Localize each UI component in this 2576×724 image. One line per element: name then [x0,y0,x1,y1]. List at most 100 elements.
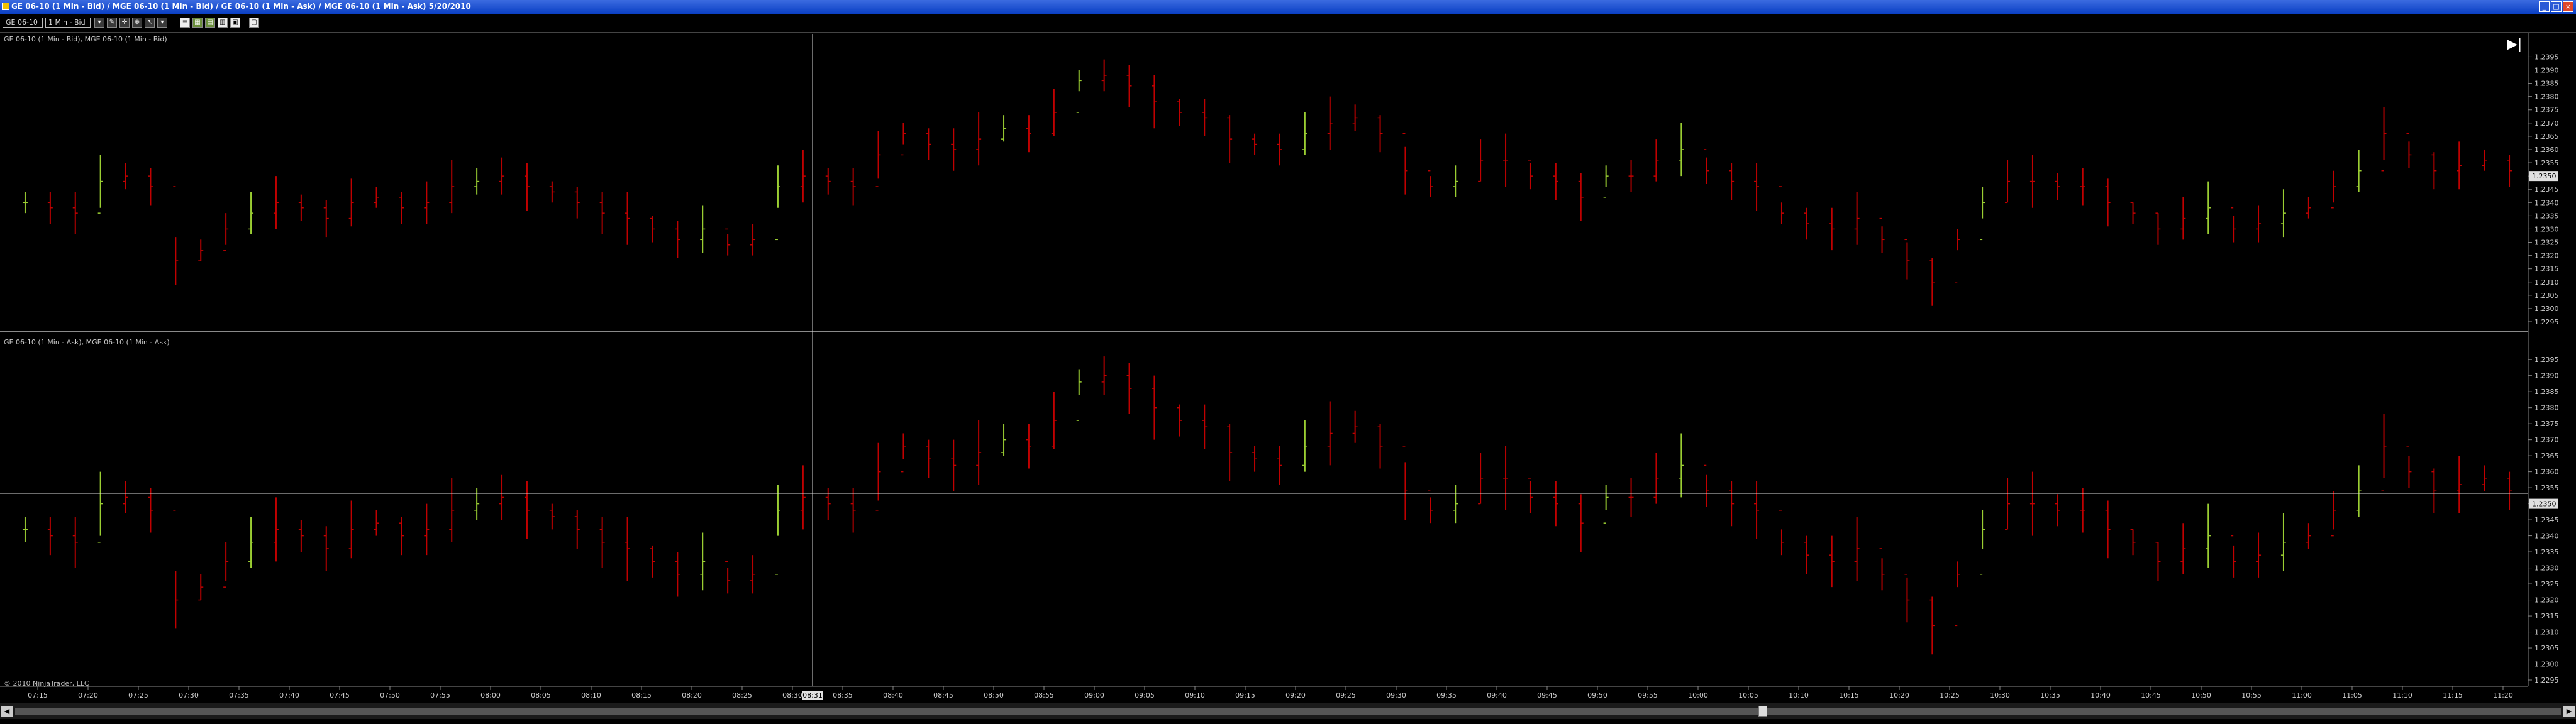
x-tick-label: 09:15 [1235,691,1255,699]
x-tick-label: 07:30 [179,691,199,699]
x-tick-label: 08:45 [933,691,953,699]
x-tick-label: 09:30 [1386,691,1406,699]
notes-icon[interactable]: ▢ [249,18,259,28]
y-tick-label-top: 1.2335 [2534,212,2559,220]
y-tick-label-top: 1.2325 [2534,239,2559,247]
save-icon[interactable]: ▣ [230,18,240,28]
x-tick-label: 10:10 [1789,691,1809,699]
y-tick-label-bottom: 1.2310 [2534,628,2559,637]
x-tick-label: 10:15 [1839,691,1859,699]
go-to-end-icon[interactable]: ▶| [2507,36,2522,52]
scroll-track[interactable] [15,708,2561,715]
y-tick-label-bottom: 1.2295 [2534,676,2559,684]
crosshair-icon[interactable]: ✛ [119,18,130,28]
price-chart[interactable]: 1.2395 1.2390 1.2385 1.2380 1.2375 1.2370 1.23… [0,33,2576,703]
zoom-icon[interactable]: ⊕ [132,18,142,28]
y-tick-label-bottom: 1.2385 [2534,388,2559,396]
x-tick-label: 07:55 [430,691,450,699]
scroll-right-icon[interactable]: ▶ [2563,706,2575,717]
x-tick-label: 10:35 [2040,691,2060,699]
y-tick-label-top: 1.2395 [2534,53,2559,61]
window-title: GE 06-10 (1 Min - Bid) / MGE 06-10 (1 Mi… [11,2,471,11]
scroll-left-icon[interactable]: ◀ [1,706,13,717]
x-tick-label: 08:55 [1034,691,1054,699]
maximize-icon[interactable]: □ [2551,1,2562,12]
close-icon[interactable]: × [2563,1,2573,12]
x-tick-label: 08:05 [531,691,551,699]
x-tick-label: 08:15 [631,691,652,699]
x-tick-label: 09:40 [1487,691,1507,699]
x-tick-label: 10:55 [2241,691,2262,699]
x-tick-label: 10:20 [1889,691,1909,699]
x-tick-label: 08:25 [732,691,752,699]
y-tick-label-top: 1.2370 [2534,119,2559,128]
y-tick-label-bottom: 1.2395 [2534,356,2559,364]
minimize-icon[interactable]: _ [2539,1,2550,12]
x-tick-label: 08:00 [480,691,501,699]
app-icon [2,3,9,10]
x-tick-label: 07:45 [330,691,350,699]
y-tick-label-top: 1.2375 [2534,106,2559,114]
horizontal-scrollbar[interactable]: ◀ ▶ [0,703,2576,719]
price-marker-label-bottom: 1.2350 [2532,500,2557,508]
x-tick-label: 09:20 [1285,691,1306,699]
x-tick-label: 10:40 [2090,691,2111,699]
dropdown-icon[interactable]: ▾ [94,18,104,28]
y-tick-label-top: 1.2340 [2534,199,2559,207]
x-tick-label: 11:05 [2342,691,2362,699]
y-tick-label-bottom: 1.2380 [2534,404,2559,412]
y-tick-label-top: 1.2355 [2534,159,2559,167]
y-tick-label-top: 1.2315 [2534,265,2559,273]
y-tick-label-bottom: 1.2345 [2534,516,2559,524]
data-box-icon[interactable]: ▥ [218,18,228,28]
y-tick-label-bottom: 1.2360 [2534,468,2559,476]
arrow-icon[interactable]: ↖ [145,18,155,28]
x-tick-label: 11:15 [2443,691,2463,699]
x-tick-label: 08:40 [883,691,903,699]
strategy-icon[interactable]: ▦ [192,18,203,28]
top-bar-series [22,59,2512,306]
x-tick-label: 10:05 [1738,691,1758,699]
chart-toolbar: GE 06-10 1 Min - Bid ▾ ✎ ✛ ⊕ ↖ ▾ ≡ ▦ ▤ ▥… [0,14,2576,33]
x-tick-label: 10:25 [1940,691,1960,699]
y-tick-label-bottom: 1.2330 [2534,564,2559,573]
pencil-icon[interactable]: ✎ [107,18,117,28]
y-tick-label-top: 1.2345 [2534,185,2559,194]
y-tick-label-top: 1.2320 [2534,252,2559,260]
y-tick-label-bottom: 1.2365 [2534,452,2559,460]
title-bar: GE 06-10 (1 Min - Bid) / MGE 06-10 (1 Mi… [0,0,2576,14]
y-tick-label-top: 1.2295 [2534,318,2559,326]
menu-icon[interactable]: ▾ [157,18,167,28]
window-controls: _ □ × [2539,1,2573,12]
x-tick-label: 10:30 [1990,691,2010,699]
y-tick-label-bottom: 1.2320 [2534,596,2559,605]
instrument-selector[interactable]: GE 06-10 [3,18,43,28]
y-tick-label-bottom: 1.2300 [2534,661,2559,669]
x-tick-label: 09:00 [1084,691,1104,699]
x-tick-label: 10:50 [2191,691,2211,699]
y-tick-label-top: 1.2330 [2534,225,2559,233]
x-tick-label: 09:05 [1135,691,1155,699]
y-axes: 1.2395 1.2390 1.2385 1.2380 1.2375 1.2370 1.23… [2528,53,2559,684]
x-tick-label: 07:25 [128,691,148,699]
indicator-icon[interactable]: ▤ [205,18,215,28]
y-tick-label-bottom: 1.2315 [2534,612,2559,620]
x-tick-label: 09:25 [1336,691,1356,699]
y-tick-label-bottom: 1.2375 [2534,420,2559,428]
interval-selector[interactable]: 1 Min - Bid [45,18,91,28]
x-tick-label: 10:00 [1688,691,1708,699]
copyright-text: © 2010 NinjaTrader, LLC [4,679,89,688]
properties-icon[interactable]: ≡ [180,18,190,28]
y-tick-label-bottom: 1.2325 [2534,580,2559,588]
x-tick-label: 10:45 [2141,691,2161,699]
x-tick-label: 09:35 [1436,691,1457,699]
y-tick-label-top: 1.2390 [2534,67,2559,75]
y-tick-label-top: 1.2360 [2534,146,2559,154]
x-tick-label: 11:00 [2292,691,2312,699]
x-tick-label: 11:10 [2392,691,2412,699]
x-tick-label: 07:40 [279,691,299,699]
x-tick-label: 07:15 [28,691,48,699]
x-tick-label: 11:20 [2493,691,2513,699]
x-tick-label: 08:20 [682,691,702,699]
scroll-thumb[interactable] [1758,706,1767,717]
